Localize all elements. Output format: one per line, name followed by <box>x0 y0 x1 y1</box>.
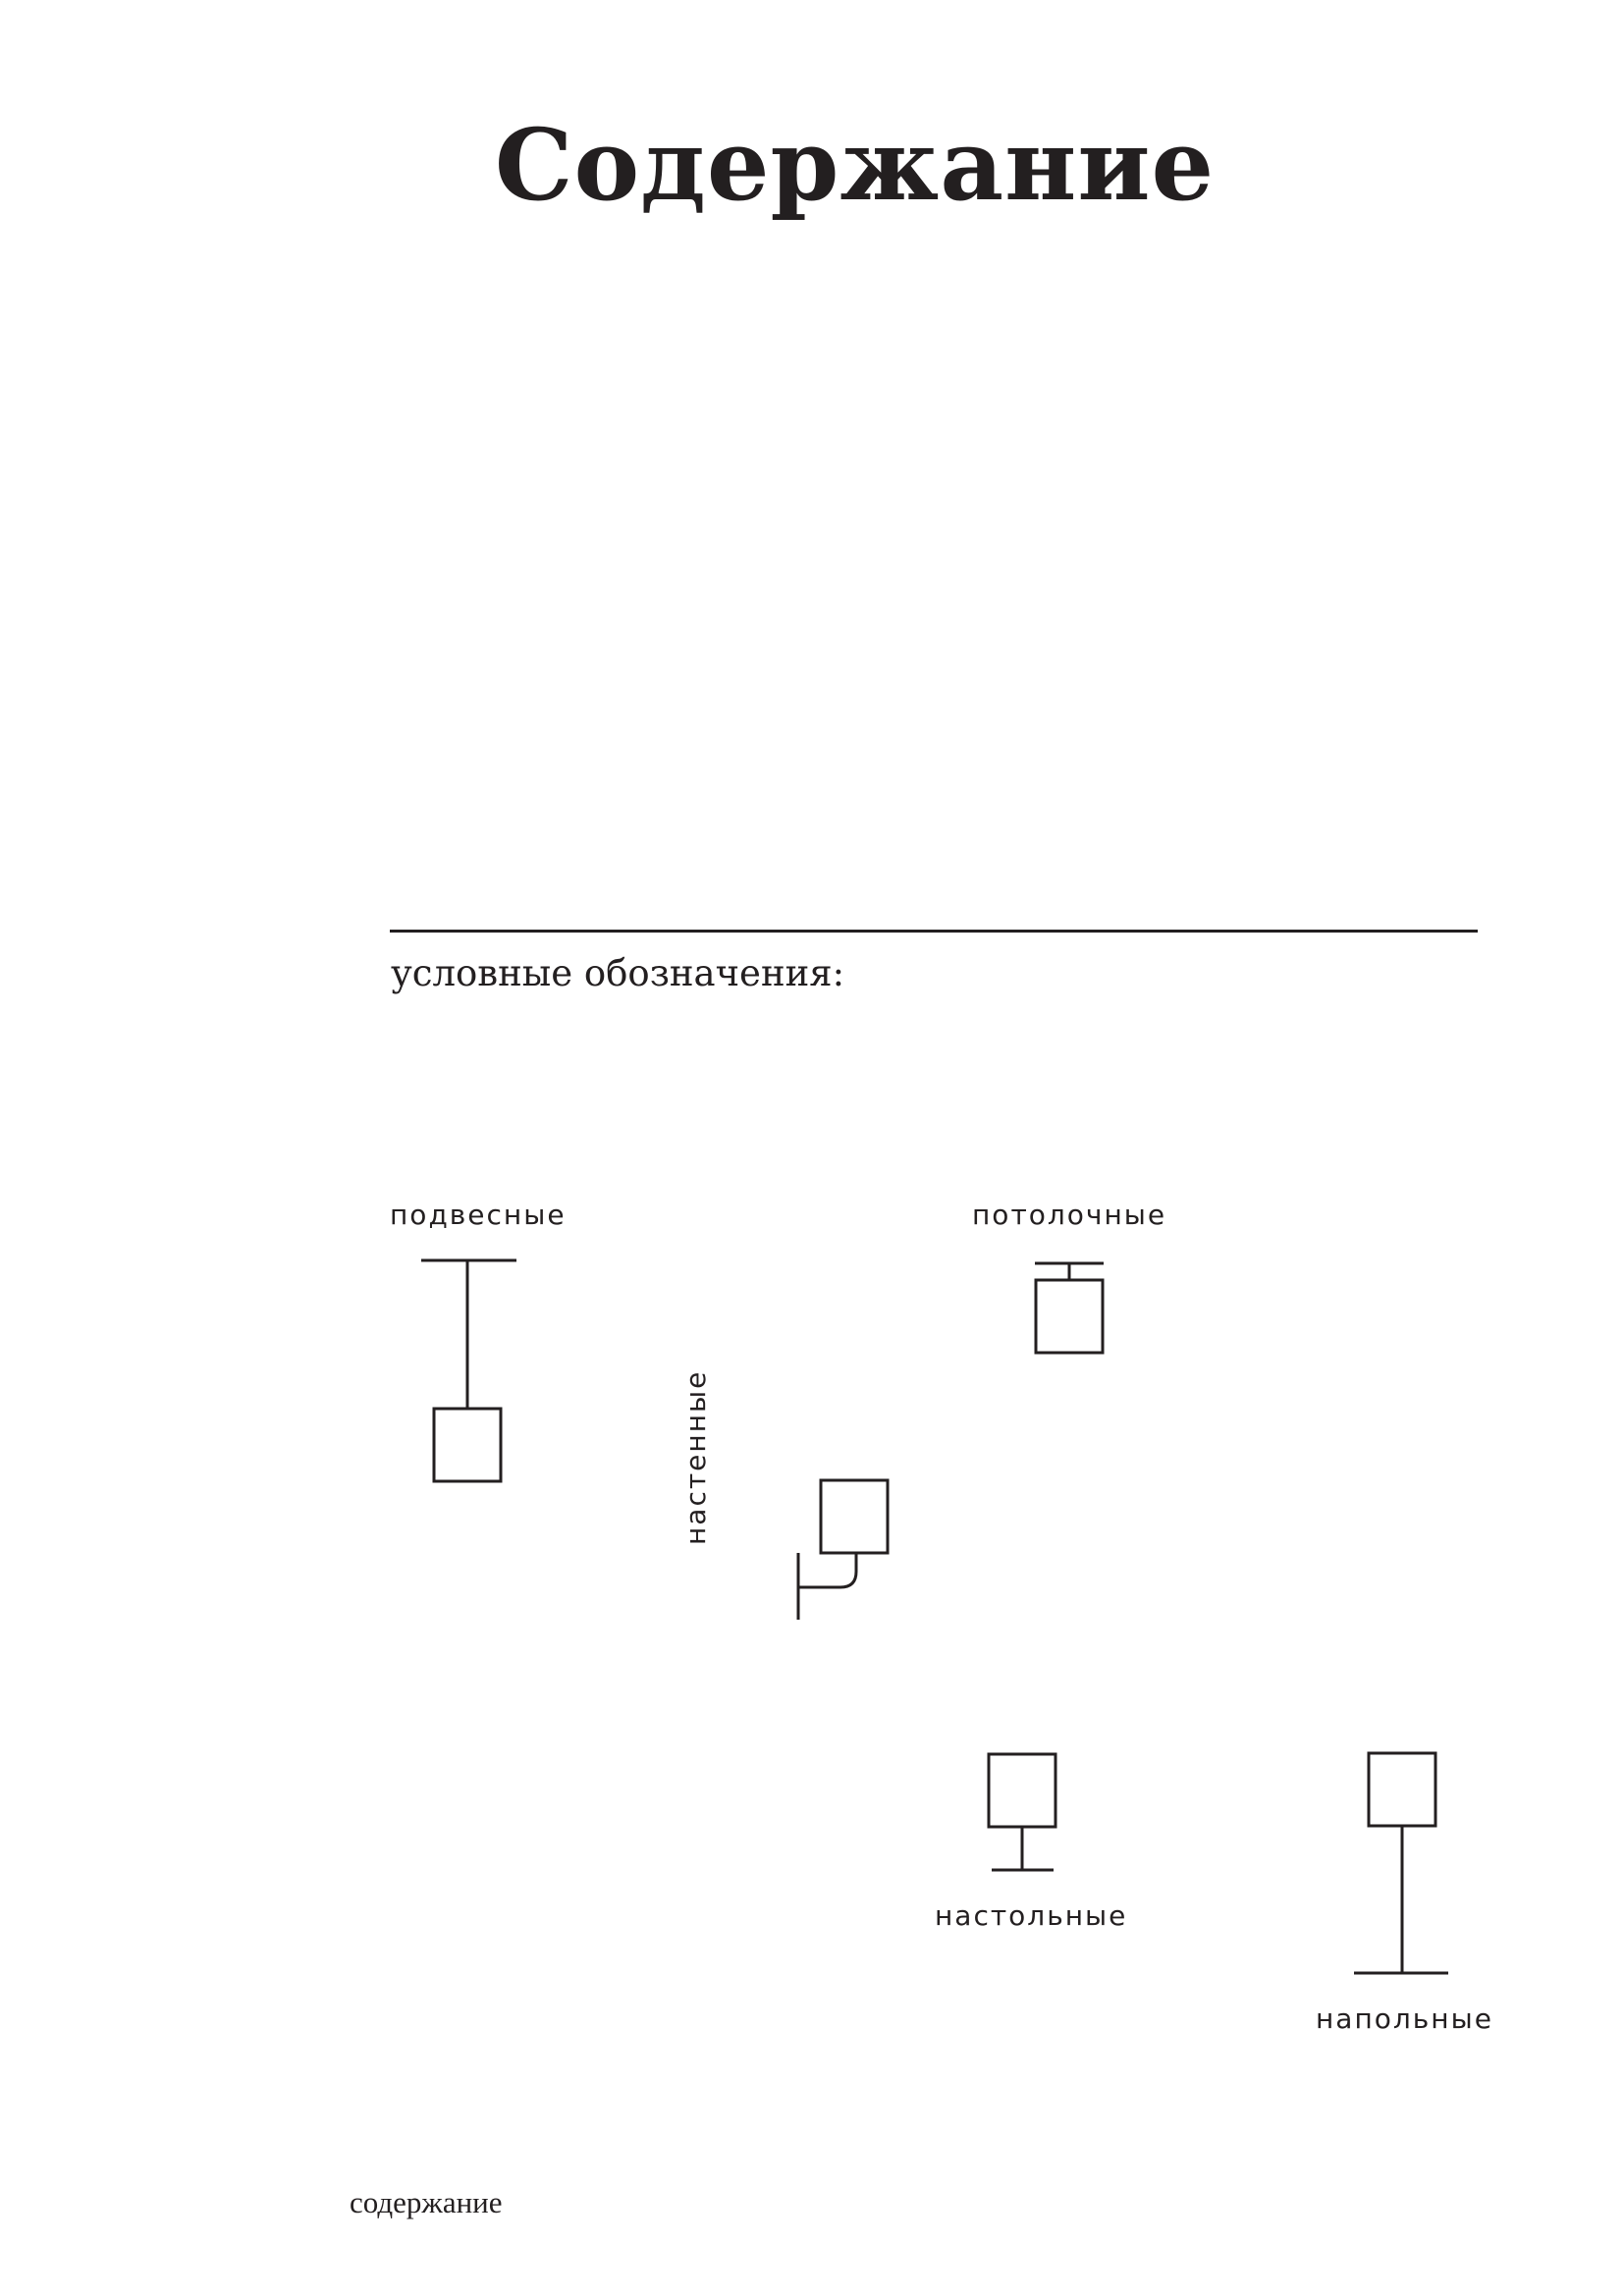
footer-section-label: содержание <box>350 2185 503 2219</box>
floor-lamp-icon <box>1354 1751 1448 1975</box>
ceiling-lamp-icon <box>1034 1261 1105 1355</box>
table-lamp-icon <box>987 1752 1057 1872</box>
wall-lamp-icon <box>796 1478 890 1620</box>
legend-symbols <box>421 1258 1448 1975</box>
pendant-lamp-icon <box>421 1258 516 1483</box>
